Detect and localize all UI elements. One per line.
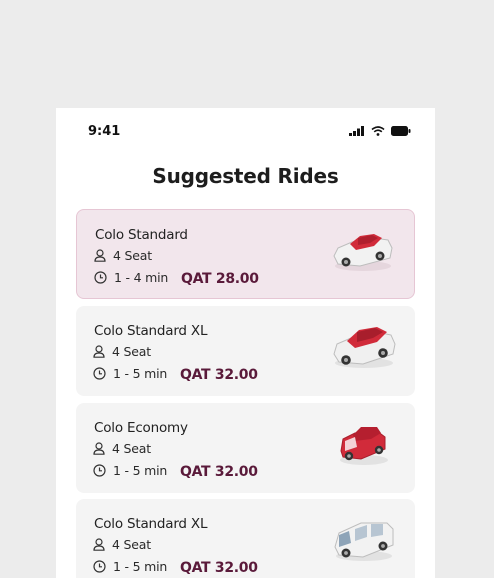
ride-price: QAT 32.00 [180,367,258,383]
person-icon [93,538,105,551]
seat-row: 4 Seat [94,248,152,263]
eta-row: 1 - 5 min [93,559,167,574]
person-icon [93,345,105,358]
eta-text: 1 - 5 min [113,559,168,574]
seat-count: 4 Seat [112,441,151,456]
eta-row: 1 - 5 min [93,366,167,381]
clock-icon [93,560,106,573]
ride-price: QAT 28.00 [181,271,259,287]
status-icons [349,126,411,136]
sedan-icon [333,234,393,271]
seat-row: 4 Seat [93,537,151,552]
ride-card-colo-economy[interactable]: Colo Economy 4 Seat 1 - 5 min QAT 32.00 [76,403,415,493]
page-title: Suggested Rides [152,164,339,188]
clock-icon [93,367,106,380]
ride-name: Colo Economy [94,420,188,436]
battery-icon [391,126,411,136]
phone-screen: 9:41 Suggested Rides Colo Standard 4 Sea… [56,108,435,578]
seat-row: 4 Seat [93,344,151,359]
eta-text: 1 - 5 min [113,366,168,381]
seat-count: 4 Seat [112,344,151,359]
ride-price: QAT 32.00 [180,560,258,576]
seat-row: 4 Seat [93,441,151,456]
eta-row: 1 - 5 min [93,463,167,478]
ride-card-colo-standard[interactable]: Colo Standard 4 Seat 1 - 4 min QAT 28.00 [76,209,415,299]
clock-icon [93,464,106,477]
hatchback-icon [340,427,388,465]
ride-name: Colo Standard XL [94,516,208,532]
sedan-icon [333,327,396,368]
eta-text: 1 - 5 min [113,463,168,478]
eta-row: 1 - 4 min [94,270,168,285]
status-bar: 9:41 [56,108,435,156]
seat-count: 4 Seat [112,537,151,552]
ride-card-colo-standard-xl[interactable]: Colo Standard XL 4 Seat 1 - 5 min QAT 32… [76,306,415,396]
person-icon [94,249,106,262]
ride-name: Colo Standard [95,227,188,243]
person-icon [93,442,105,455]
seat-count: 4 Seat [113,248,152,263]
signal-icon [349,126,364,136]
ride-card-colo-standard-xl-2[interactable]: Colo Standard XL 4 Seat 1 - 5 min QAT 32… [76,499,415,578]
van-icon [334,522,394,561]
ride-name: Colo Standard XL [94,323,208,339]
clock-icon [94,271,107,284]
eta-text: 1 - 4 min [114,270,169,285]
ride-price: QAT 32.00 [180,464,258,480]
status-time: 9:41 [88,124,121,139]
wifi-icon [371,126,385,136]
